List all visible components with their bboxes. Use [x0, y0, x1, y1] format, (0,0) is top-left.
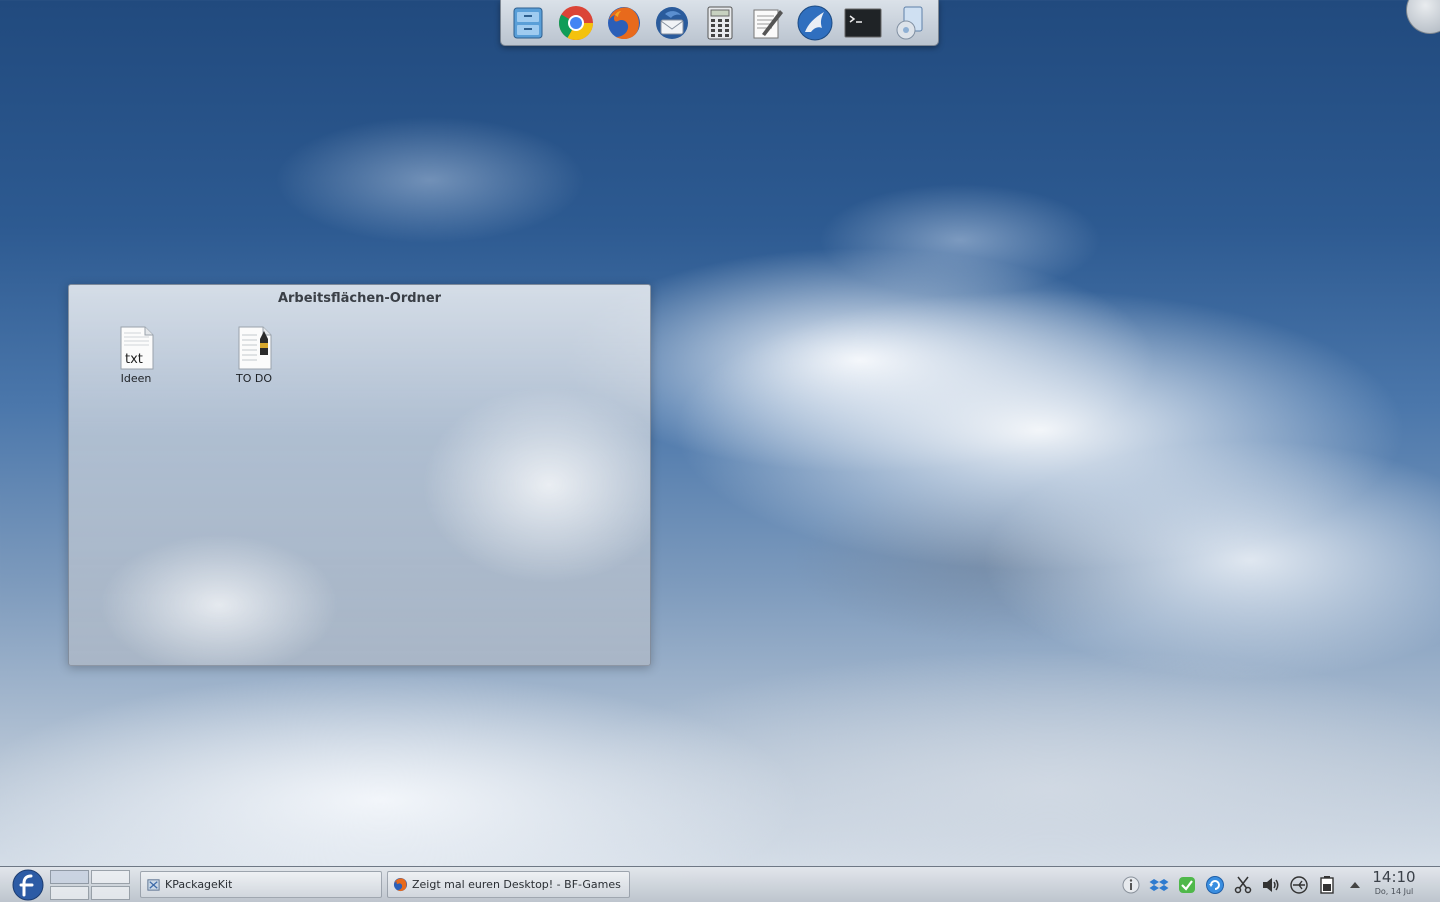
file-manager-launcher[interactable] — [507, 2, 550, 44]
pager-desktop-4[interactable] — [91, 886, 130, 900]
digital-clock[interactable]: 14:10 Do, 14 Jul — [1364, 869, 1424, 897]
checkmark-shield-icon — [1179, 877, 1195, 893]
scissors-icon — [1234, 876, 1252, 894]
task-label: KPackageKit — [165, 878, 233, 891]
file-todo[interactable]: TO DO — [219, 325, 289, 385]
task-label: Zeigt mal euren Desktop! - BF-Games — [412, 878, 621, 891]
volume-icon — [1263, 878, 1279, 892]
desktop-folder-widget: Arbeitsflächen-Ordner txt Ideen TO DO — [68, 284, 651, 666]
file-cabinet-icon — [513, 7, 543, 38]
clipboard-tray-button[interactable] — [1232, 874, 1254, 896]
thunderbird-launcher[interactable] — [650, 2, 693, 44]
terminal-launcher[interactable] — [841, 2, 884, 44]
taskbar-item-kpackagekit[interactable]: KPackageKit — [140, 871, 382, 898]
firefox-icon — [607, 6, 640, 39]
application-launcher-button[interactable] — [10, 869, 46, 901]
dropbox-tray-button[interactable] — [1148, 874, 1170, 896]
expand-arrow-icon — [1350, 882, 1360, 888]
system-tray — [1120, 873, 1366, 897]
chrome-icon — [559, 5, 594, 40]
pager-desktop-1[interactable] — [50, 870, 89, 884]
media-player-launcher[interactable] — [889, 2, 932, 44]
updates-tray-button[interactable] — [1204, 874, 1226, 896]
volume-tray-button[interactable] — [1260, 874, 1282, 896]
media-player-icon — [896, 6, 923, 39]
fedora-logo-icon — [12, 869, 44, 901]
security-tray-button[interactable] — [1176, 874, 1198, 896]
file-label: Ideen — [120, 372, 152, 385]
calculator-launcher[interactable] — [698, 2, 741, 44]
amarok-wolf-icon — [797, 5, 833, 40]
file-label: TO DO — [235, 372, 272, 385]
dropbox-icon — [1149, 879, 1169, 891]
pager-desktop-3[interactable] — [50, 886, 89, 900]
battery-icon — [1320, 876, 1334, 894]
tray-expand-button[interactable] — [1344, 874, 1366, 896]
virtual-desktop-pager — [50, 870, 130, 900]
clock-date: Do, 14 Jul — [1374, 887, 1414, 896]
bottom-panel: KPackageKit Zeigt mal euren Desktop! - B… — [0, 866, 1440, 902]
calculator-icon — [707, 6, 733, 39]
terminal-icon — [844, 8, 882, 37]
text-editor-launcher[interactable] — [746, 2, 789, 44]
taskbar-item-firefox[interactable]: Zeigt mal euren Desktop! - BF-Games — [387, 871, 630, 898]
thunderbird-icon — [655, 6, 688, 39]
info-icon — [1122, 876, 1140, 894]
firefox-icon — [393, 877, 408, 892]
kpackagekit-icon — [147, 879, 160, 891]
firefox-launcher[interactable] — [603, 2, 646, 44]
top-dock — [500, 0, 939, 46]
usb-icon — [1290, 876, 1308, 894]
info-tray-button[interactable] — [1120, 874, 1142, 896]
file-ideen[interactable]: txt Ideen — [101, 325, 171, 385]
file-type-badge: txt — [125, 352, 143, 367]
device-notifier-button[interactable] — [1288, 874, 1310, 896]
music-player-launcher[interactable] — [794, 2, 837, 44]
todo-document-icon — [238, 326, 272, 370]
battery-tray-button[interactable] — [1316, 874, 1338, 896]
text-file-icon: txt — [120, 326, 154, 370]
update-icon — [1206, 876, 1224, 894]
text-editor-icon — [753, 9, 784, 38]
pager-desktop-2[interactable] — [91, 870, 130, 884]
folder-widget-title: Arbeitsflächen-Ordner — [277, 291, 442, 306]
clock-time: 14:10 — [1372, 868, 1416, 886]
desktop-toolbox-button[interactable] — [1406, 0, 1440, 34]
chrome-launcher[interactable] — [555, 2, 598, 44]
